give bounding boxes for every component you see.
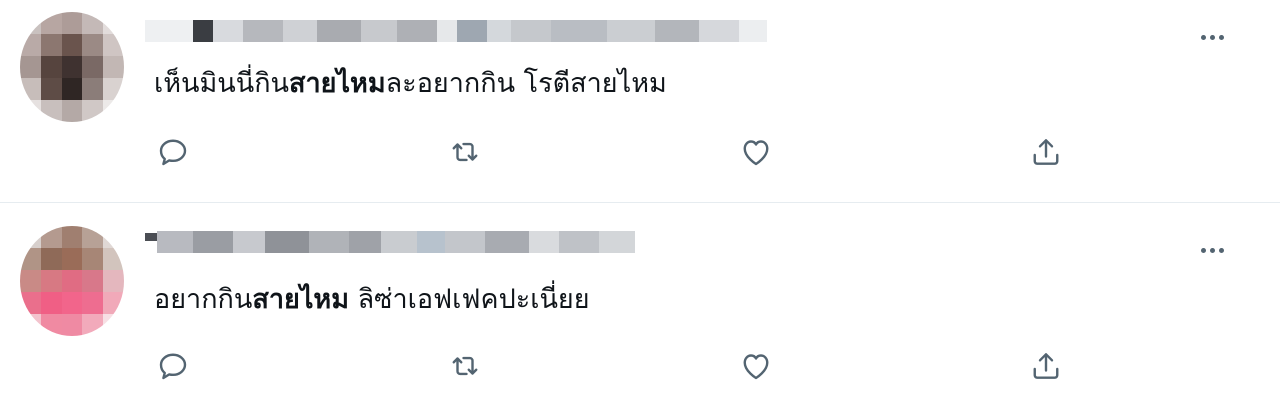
tweet[interactable]: เห็นมินนี่กินสายไหมละอยากกิน โรตีสายไหม bbox=[0, 0, 1280, 202]
tweet-text: เห็นมินนี่กินสายไหมละอยากกิน โรตีสายไหม bbox=[154, 67, 667, 101]
retweet-icon bbox=[452, 356, 478, 376]
like-button[interactable] bbox=[736, 346, 776, 386]
reply-icon bbox=[159, 139, 187, 166]
share-button[interactable] bbox=[1026, 346, 1066, 386]
avatar[interactable] bbox=[20, 226, 124, 336]
tweet-actions bbox=[0, 132, 1280, 172]
more-icon bbox=[1200, 247, 1206, 253]
like-button[interactable] bbox=[736, 132, 776, 172]
tweet[interactable]: อยากกินสายไหม ลิซ่าเอฟเฟคปะเนี่ยย bbox=[0, 203, 1280, 413]
author-name-blurred[interactable] bbox=[145, 18, 767, 44]
tweet-text: อยากกินสายไหม ลิซ่าเอฟเฟคปะเนี่ยย bbox=[154, 283, 590, 317]
avatar[interactable] bbox=[20, 12, 124, 122]
tweet-text-part: ลิซ่าเอฟเฟคปะเนี่ยย bbox=[349, 284, 590, 315]
reply-icon bbox=[159, 353, 187, 380]
reply-button[interactable] bbox=[153, 132, 193, 172]
share-icon bbox=[1033, 139, 1059, 165]
heart-icon bbox=[743, 354, 769, 380]
tweet-actions bbox=[0, 346, 1280, 386]
heart-icon bbox=[743, 140, 769, 166]
more-icon bbox=[1200, 34, 1206, 40]
tweet-text-highlight: สายไหม bbox=[252, 284, 349, 315]
tweet-text-part: อยากกิน bbox=[154, 284, 253, 315]
more-button[interactable] bbox=[1192, 25, 1232, 49]
tweet-text-part: ละอยากกิน โรตีสายไหม bbox=[385, 68, 667, 99]
retweet-button[interactable] bbox=[445, 132, 485, 172]
share-icon bbox=[1033, 353, 1059, 379]
tweet-text-part: เห็นมินนี่กิน bbox=[154, 68, 289, 99]
share-button[interactable] bbox=[1026, 132, 1066, 172]
reply-button[interactable] bbox=[153, 346, 193, 386]
more-button[interactable] bbox=[1192, 238, 1232, 262]
tweet-text-highlight: สายไหม bbox=[289, 68, 386, 99]
retweet-button[interactable] bbox=[445, 346, 485, 386]
author-name-blurred[interactable] bbox=[145, 229, 635, 255]
retweet-icon bbox=[452, 142, 478, 162]
